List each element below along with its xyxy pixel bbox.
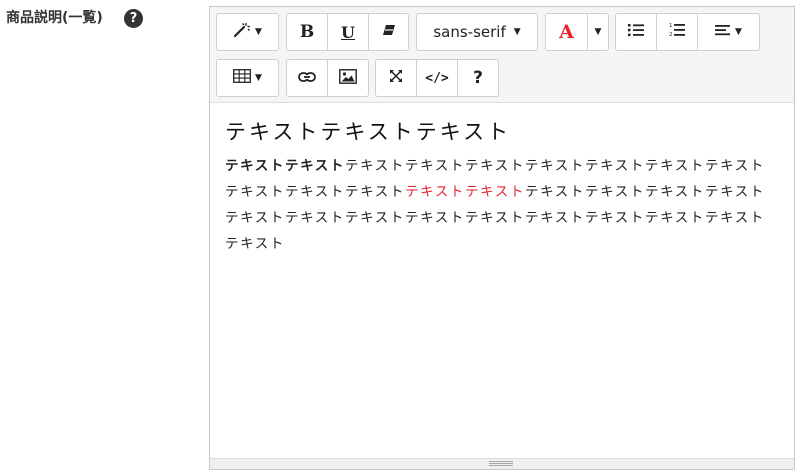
link-icon [298, 70, 316, 86]
underline-button[interactable]: U [327, 13, 369, 51]
bold-button[interactable]: B [286, 13, 328, 51]
table-group: ▼ [216, 59, 279, 97]
resize-handle[interactable] [210, 458, 794, 469]
table-dropdown-button[interactable]: ▼ [216, 59, 279, 97]
numbered-list-icon: 1 2 [669, 22, 685, 42]
align-left-icon [715, 24, 731, 40]
font-style-group: B U [286, 13, 409, 51]
red-text: テキストテキスト [405, 184, 525, 200]
color-group: A ▼ [545, 13, 609, 51]
font-name-group: sans-serif ▼ [416, 13, 538, 51]
chevron-down-icon: ▼ [513, 27, 521, 37]
picture-icon [339, 68, 357, 88]
svg-text:1: 1 [669, 23, 673, 29]
eraser-button[interactable] [368, 13, 409, 51]
font-name-dropdown[interactable]: sans-serif ▼ [416, 13, 538, 51]
editor-toolbar: ▼ B U sans-serif ▼ A ▼ 1 2 ▼ ▼ </> ? [210, 7, 794, 103]
font-color-letter: A [559, 21, 574, 43]
grip-icon [489, 461, 513, 466]
paragraph-group: 1 2 ▼ [615, 13, 760, 51]
font-name-label: sans-serif [433, 23, 506, 41]
unordered-list-button[interactable] [615, 13, 657, 51]
eraser-icon [382, 24, 396, 40]
fullscreen-button[interactable] [375, 59, 417, 97]
bold-text: テキストテキスト [225, 158, 345, 174]
help-button[interactable]: ? [457, 59, 499, 97]
style-dropdown-button[interactable]: ▼ [216, 13, 279, 51]
link-button[interactable] [286, 59, 328, 97]
content-heading: テキストテキストテキスト [225, 120, 512, 144]
chevron-down-icon: ▼ [594, 27, 602, 37]
editor-content[interactable]: テキストテキストテキスト テキストテキストテキストテキストテキストテキストテキス… [210, 103, 794, 257]
code-view-button[interactable]: </> [416, 59, 458, 97]
ordered-list-button[interactable]: 1 2 [656, 13, 698, 51]
table-grid-icon [233, 69, 251, 87]
rich-text-editor: ▼ B U sans-serif ▼ A ▼ 1 2 ▼ ▼ </> ? テキス… [209, 6, 795, 470]
paragraph-align-dropdown[interactable]: ▼ [697, 13, 760, 51]
chevron-down-icon: ▼ [255, 73, 262, 83]
picture-button[interactable] [327, 59, 369, 97]
svg-text:2: 2 [669, 32, 673, 38]
color-dropdown-button[interactable]: ▼ [587, 13, 609, 51]
insert-group [286, 59, 369, 97]
field-label: 商品説明(一覧) [6, 10, 103, 26]
chevron-down-icon: ▼ [255, 27, 262, 37]
chevron-down-icon: ▼ [735, 27, 742, 37]
style-group: ▼ [216, 13, 279, 51]
view-group: </> ? [375, 59, 499, 97]
bullet-list-icon [628, 23, 644, 41]
font-color-button[interactable]: A [545, 13, 588, 51]
content-paragraph: テキストテキストテキストテキストテキストテキストテキストテキストテキストテキスト… [225, 153, 780, 257]
magic-wand-icon [233, 22, 251, 42]
expand-icon [389, 69, 403, 87]
help-icon[interactable]: ? [124, 9, 143, 28]
